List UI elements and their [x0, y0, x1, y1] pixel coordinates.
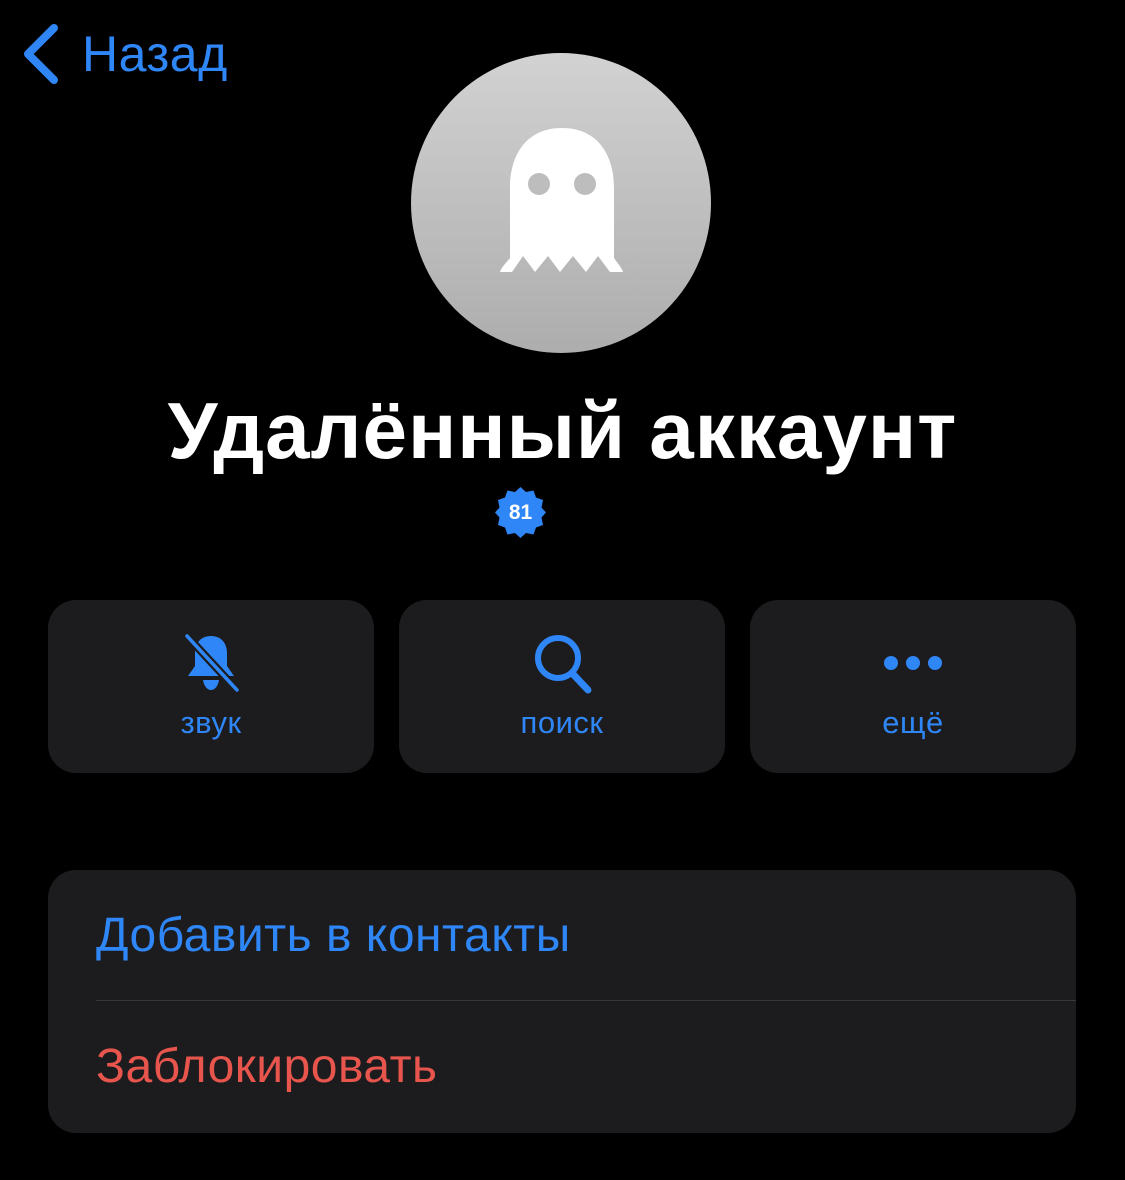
search-icon	[535, 635, 592, 694]
mute-button[interactable]: звук	[48, 600, 374, 773]
add-to-contacts-button[interactable]: Добавить в контакты	[48, 870, 1076, 1001]
back-button[interactable]: Назад	[20, 18, 228, 90]
more-button[interactable]: ещё	[750, 600, 1076, 773]
mute-label: звук	[180, 705, 242, 740]
bell-slash-icon	[183, 632, 241, 694]
action-buttons: звук поиск ещё	[48, 600, 1076, 773]
chevron-left-icon	[24, 24, 58, 84]
add-to-contacts-label: Добавить в контакты	[96, 909, 571, 962]
block-label: Заблокировать	[96, 1040, 438, 1093]
search-button[interactable]: поиск	[399, 600, 725, 773]
more-label: ещё	[882, 705, 944, 740]
avatar[interactable]	[411, 53, 711, 353]
ghost-icon	[500, 128, 623, 272]
search-label: поиск	[520, 705, 604, 740]
level-badge[interactable]: 81	[493, 485, 548, 540]
options-list: Добавить в контакты Заблокировать	[48, 870, 1076, 1133]
block-button[interactable]: Заблокировать	[48, 1001, 1076, 1132]
back-label: Назад	[82, 26, 228, 82]
ellipsis-icon	[884, 656, 942, 670]
badge-value: 81	[508, 501, 533, 524]
profile-name: Удалённый аккаунт	[167, 386, 958, 475]
